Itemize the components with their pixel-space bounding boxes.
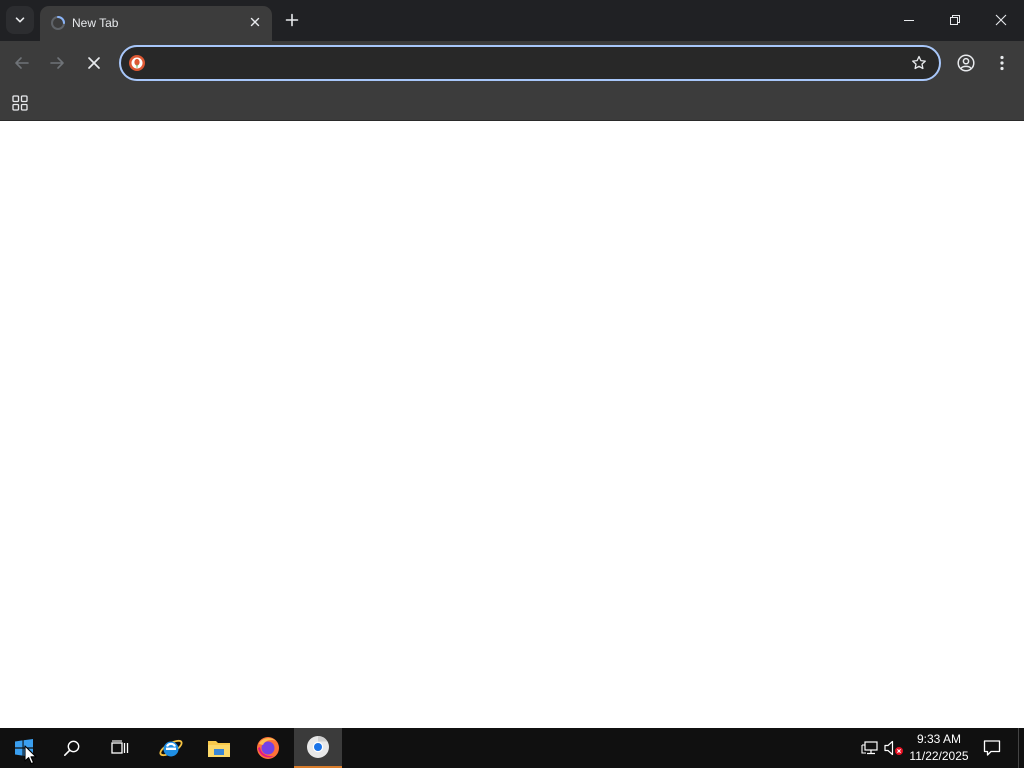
task-view-icon (111, 740, 129, 754)
bookmarks-bar (0, 85, 1024, 121)
loading-spinner-icon (51, 16, 65, 30)
task-view-button[interactable] (96, 728, 144, 768)
restore-button[interactable] (932, 0, 978, 40)
account-icon (957, 54, 975, 72)
close-icon (250, 17, 260, 27)
apps-button[interactable] (6, 89, 34, 117)
firefox-icon (257, 737, 279, 759)
tab-new-tab[interactable]: New Tab (40, 6, 272, 41)
close-window-button[interactable] (978, 0, 1024, 40)
profile-button[interactable] (950, 47, 982, 79)
windows-taskbar: 9:33 AM 11/22/2025 (0, 728, 1024, 768)
taskbar-internet-explorer[interactable] (147, 728, 195, 768)
browser-menu-button[interactable] (986, 47, 1018, 79)
forward-button[interactable] (41, 47, 73, 79)
more-vertical-icon (1000, 55, 1004, 71)
tab-search-button[interactable] (6, 6, 34, 34)
network-tray-button[interactable] (860, 738, 880, 758)
taskbar-clock[interactable]: 9:33 AM 11/22/2025 (906, 731, 972, 765)
clock-date: 11/22/2025 (909, 749, 969, 763)
internet-explorer-icon (159, 739, 183, 757)
search-icon (64, 740, 80, 756)
new-tab-button[interactable] (280, 8, 304, 32)
chrome-icon (307, 736, 329, 758)
network-icon (861, 741, 878, 755)
arrow-right-icon (50, 57, 64, 69)
bookmark-star-button[interactable] (909, 53, 929, 73)
chevron-down-icon (15, 17, 25, 23)
volume-tray-button[interactable] (884, 738, 904, 758)
stop-loading-button[interactable] (78, 47, 110, 79)
arrow-left-icon (15, 57, 29, 69)
page-content[interactable] (0, 121, 1024, 728)
taskbar-file-explorer[interactable] (195, 728, 243, 768)
plus-icon (285, 13, 299, 27)
tab-close-button[interactable] (246, 13, 264, 31)
duckduckgo-icon (129, 55, 145, 71)
notification-icon (983, 740, 1001, 756)
mouse-cursor-icon (24, 745, 37, 765)
close-icon (995, 14, 1007, 26)
minimize-button[interactable] (886, 0, 932, 40)
taskbar-search-button[interactable] (48, 728, 96, 768)
close-icon (88, 57, 100, 69)
file-explorer-icon (208, 741, 230, 757)
star-icon (912, 55, 926, 70)
minimize-icon (904, 20, 914, 21)
clock-time: 9:33 AM (916, 732, 962, 746)
taskbar-firefox[interactable] (244, 728, 292, 768)
address-bar[interactable] (119, 45, 941, 81)
browser-titlebar: New Tab (0, 0, 1024, 41)
volume-muted-icon (884, 740, 903, 756)
browser-toolbar (0, 41, 1024, 85)
taskbar-chrome[interactable] (294, 728, 342, 768)
tab-title: New Tab (72, 16, 119, 30)
restore-icon (950, 15, 960, 25)
back-button[interactable] (6, 47, 38, 79)
apps-grid-icon (12, 95, 28, 111)
address-input[interactable] (151, 51, 891, 75)
action-center-button[interactable] (976, 728, 1008, 768)
show-desktop-button[interactable] (1018, 728, 1024, 768)
